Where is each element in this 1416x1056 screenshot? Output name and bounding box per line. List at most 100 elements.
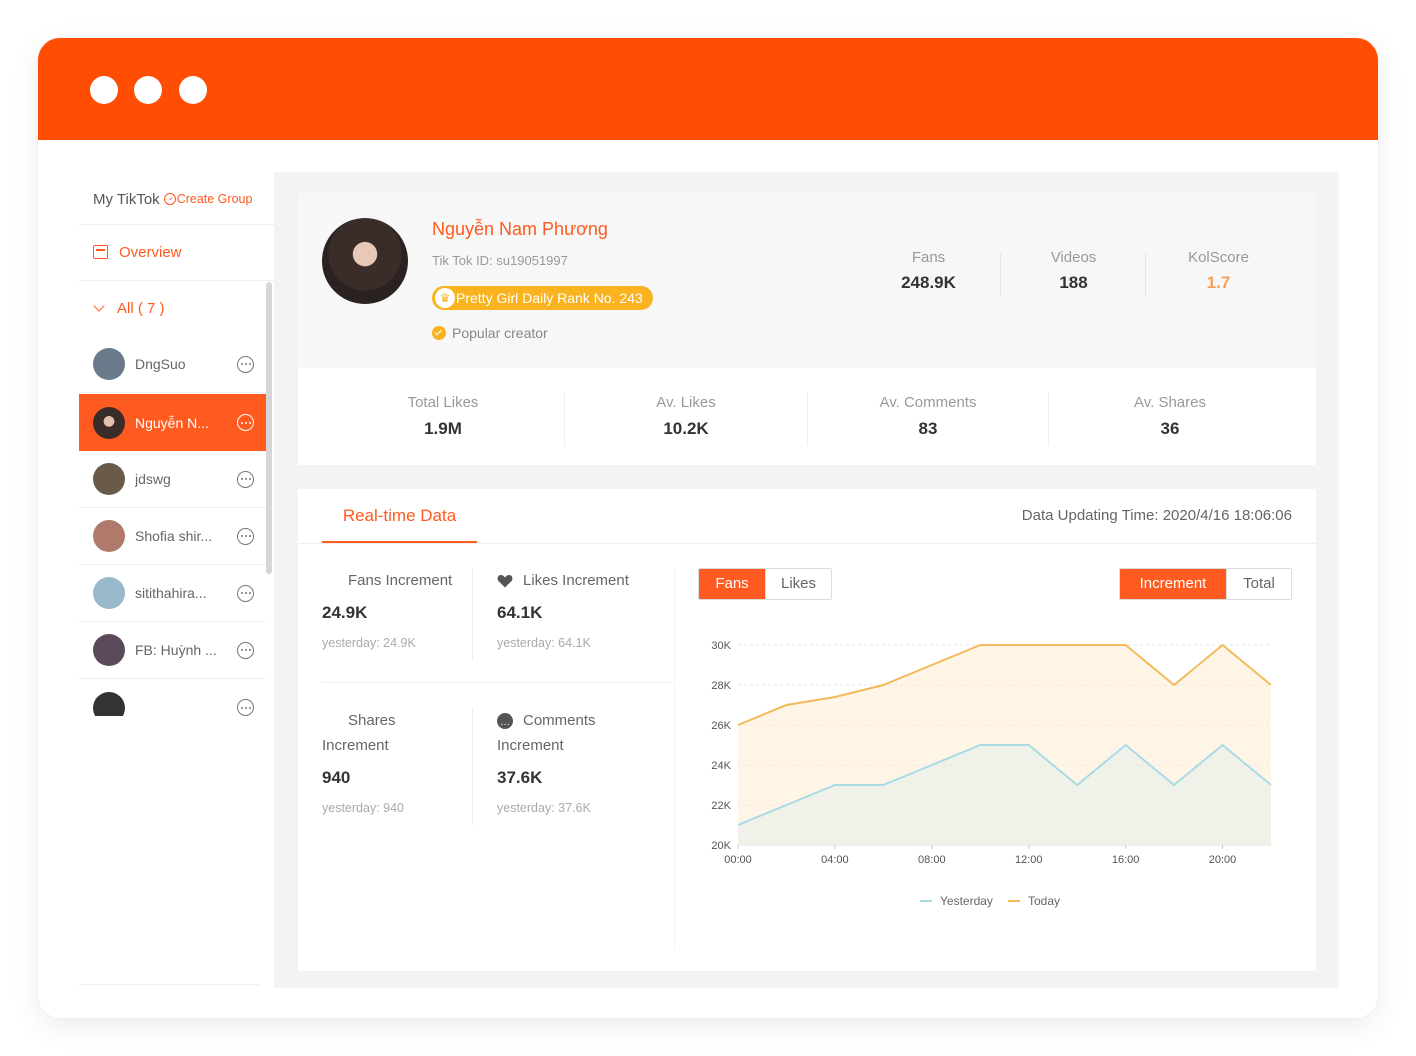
popular-creator-label: Popular creator [452, 325, 548, 341]
stat-value: 188 [1059, 273, 1088, 292]
y-tick-label: 26K [711, 720, 731, 732]
avatar [93, 348, 125, 380]
x-tick-label: 04:00 [821, 854, 849, 866]
increment-yesterday: yesterday: 64.1K [497, 636, 591, 650]
more-options-icon[interactable] [237, 699, 254, 716]
stat-value: 1.7 [1206, 273, 1231, 292]
comment-icon [497, 710, 513, 735]
metric-value: 1.9M [424, 419, 462, 438]
window-dot-2[interactable] [134, 76, 162, 104]
avatar [93, 577, 125, 609]
stat-kolscore: KolScore 1.7 [1146, 249, 1291, 293]
more-options-icon[interactable] [237, 584, 254, 602]
account-item[interactable]: sitithahira... [79, 565, 266, 622]
increment-title-2: Increment [497, 737, 564, 754]
tab-realtime-data[interactable]: Real-time Data [322, 489, 477, 543]
metric-label: Total Likes [407, 394, 479, 411]
popular-creator-badge: Popular creator [432, 323, 548, 343]
profile-id: Tik Tok ID: su19051997 [432, 253, 568, 268]
more-options-icon[interactable] [237, 355, 254, 373]
likes-toggle-button[interactable]: Likes [765, 569, 831, 599]
update-time: Data Updating Time: 2020/4/16 18:06:06 [1021, 507, 1292, 524]
more-options-icon[interactable] [237, 527, 254, 545]
account-name: DngSuo [135, 356, 186, 372]
legend-label: Yesterday [940, 894, 993, 908]
avatar [93, 520, 125, 552]
profile-name: Nguyễn Nam Phương [432, 219, 608, 239]
account-name: Nguyễn N... [135, 414, 209, 431]
fans-chart: 20K 22K 24K 26K 28K 30K 00:00 04:00 08:00 12:00 16… [711, 640, 1272, 908]
increment-title: Fans Increment [348, 572, 453, 589]
divider [472, 708, 473, 825]
fans-toggle-button[interactable]: Fans [699, 569, 765, 599]
window-dot-3[interactable] [179, 76, 207, 104]
avatar [93, 634, 125, 666]
create-group-link[interactable]: Create Group [177, 192, 253, 206]
overview-label: Overview [119, 243, 182, 261]
more-options-icon[interactable] [237, 641, 254, 659]
avatar [93, 406, 125, 439]
more-options-icon[interactable] [237, 414, 254, 431]
stat-label: KolScore [1188, 249, 1249, 266]
likes-increment: Likes Increment 64.1K yesterday: 64.1K [497, 568, 647, 650]
chevron-down-icon [93, 300, 105, 312]
total-toggle-button[interactable]: Total [1226, 569, 1291, 599]
divider [298, 543, 1316, 544]
metric-total-likes: Total Likes 1.9M [322, 394, 564, 439]
group-all-toggle[interactable]: All ( 7 ) [93, 296, 165, 320]
stat-label: Fans [911, 249, 946, 266]
account-name: FB: Huỳnh ... [135, 642, 217, 658]
rank-label: Pretty Girl Daily Rank No. 243 [456, 290, 643, 306]
mode-toggle: Increment Total [1119, 568, 1292, 600]
y-tick-label: 30K [711, 640, 731, 652]
increment-title: Likes Increment [523, 572, 629, 589]
account-item[interactable]: jdswg [79, 451, 266, 508]
y-tick-label: 22K [711, 800, 731, 812]
heart-icon [497, 574, 513, 587]
sidebar-scrollbar[interactable] [266, 282, 272, 574]
x-tick-label: 12:00 [1015, 854, 1043, 866]
window-dot-1[interactable] [90, 76, 118, 104]
account-name: sitithahira... [135, 585, 207, 601]
y-tick-label: 24K [711, 760, 731, 772]
y-tick-label: 28K [711, 680, 731, 692]
increment-title-2: Increment [322, 737, 389, 754]
divider [79, 280, 274, 281]
main-panel: Nguyễn Nam Phương Tik Tok ID: su19051997… [274, 172, 1339, 988]
increment-yesterday: yesterday: 940 [322, 801, 404, 815]
rank-badge[interactable]: ♛ Pretty Girl Daily Rank No. 243 [432, 286, 653, 310]
fans-increment: Fans Increment 24.9K yesterday: 24.9K [322, 568, 472, 650]
create-group-icon[interactable] [163, 193, 176, 205]
metric-value: 36 [1160, 419, 1180, 438]
crown-icon: ♛ [435, 288, 455, 308]
increment-title-row: Comments [497, 708, 647, 735]
metric-label: Av. Likes [656, 394, 716, 411]
sidebar-item-overview[interactable]: Overview [93, 240, 182, 264]
my-tiktok-label: My TikTok [93, 190, 160, 208]
metric-av-shares: Av. Shares 36 [1049, 394, 1291, 439]
account-item[interactable]: Shofia shir... [79, 508, 266, 565]
increment-yesterday: yesterday: 37.6K [497, 801, 591, 815]
group-all-label: All ( 7 ) [117, 299, 165, 317]
more-options-icon[interactable] [237, 470, 254, 488]
increment-value: 37.6K [497, 768, 543, 787]
account-item-selected[interactable]: Nguyễn N... [79, 394, 266, 451]
divider [79, 984, 259, 985]
y-tick-label: 20K [711, 840, 731, 852]
increment-toggle-button[interactable]: Increment [1120, 569, 1226, 599]
account-item[interactable]: FB: Huỳnh ... [79, 622, 266, 679]
x-tick-label: 08:00 [918, 854, 946, 866]
comments-increment: Comments Increment 37.6K yesterday: 37.6… [497, 708, 647, 815]
increment-value: 64.1K [497, 603, 543, 622]
increment-title: Comments [523, 712, 596, 729]
metric-av-comments: Av. Comments 83 [807, 394, 1049, 439]
title-bar [38, 38, 1378, 140]
shares-increment: Shares Increment 940 yesterday: 940 [322, 708, 472, 815]
legend-label: Today [1028, 894, 1060, 908]
account-item[interactable]: DngSuo [79, 336, 266, 393]
realtime-card: Real-time Data Data Updating Time: 2020/… [298, 489, 1316, 971]
account-name: Shofia shir... [135, 528, 213, 544]
profile-card: Nguyễn Nam Phương Tik Tok ID: su19051997… [298, 193, 1316, 368]
stat-fans: Fans 248.9K [856, 249, 1001, 293]
account-name: jdswg [135, 471, 171, 487]
